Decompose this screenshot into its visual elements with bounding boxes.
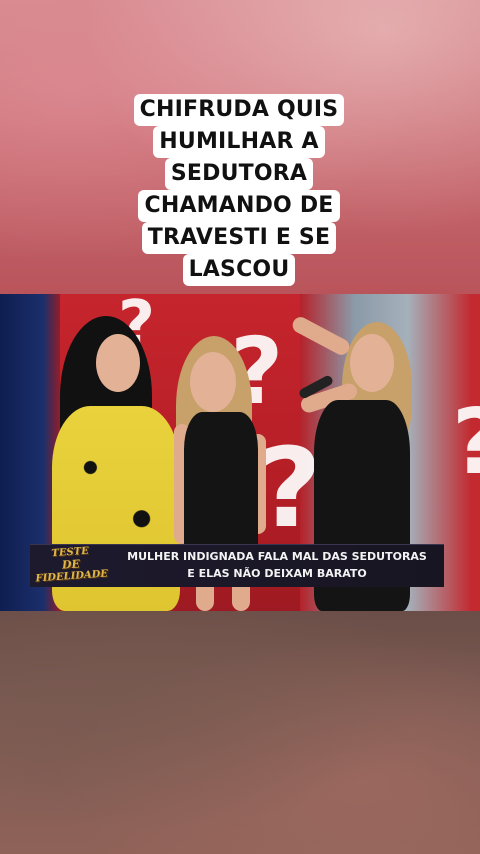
caption-line: TRAVESTI E SE <box>141 222 337 254</box>
caption-line: CHAMANDO DE <box>138 190 340 222</box>
person-black-dress <box>184 412 258 562</box>
blurred-background-bottom <box>0 611 480 854</box>
person-face <box>190 352 236 412</box>
question-mark-decoration: ? <box>258 424 322 552</box>
show-logo-line: FIDELIDADE <box>35 568 109 585</box>
headline-line: E ELAS NÃO DEIXAM BARATO <box>187 567 367 580</box>
person-face <box>96 334 140 392</box>
lower-third-headline: MULHER INDIGNADA FALA MAL DAS SEDUTORAS … <box>112 548 442 582</box>
question-mark-decoration: ? <box>452 390 480 495</box>
headline-line: MULHER INDIGNADA FALA MAL DAS SEDUTORAS <box>127 550 427 563</box>
caption-line: CHIFRUDA QUIS <box>133 94 345 126</box>
caption-line: LASCOU <box>182 254 296 286</box>
caption-line: SEDUTORA <box>164 158 314 190</box>
caption-line: HUMILHAR A <box>153 126 325 158</box>
caption-overlay: CHIFRUDA QUIS HUMILHAR A SEDUTORA CHAMAN… <box>130 94 348 286</box>
show-logo: TESTE DE FIDELIDADE <box>31 541 112 588</box>
person-face <box>350 334 394 392</box>
